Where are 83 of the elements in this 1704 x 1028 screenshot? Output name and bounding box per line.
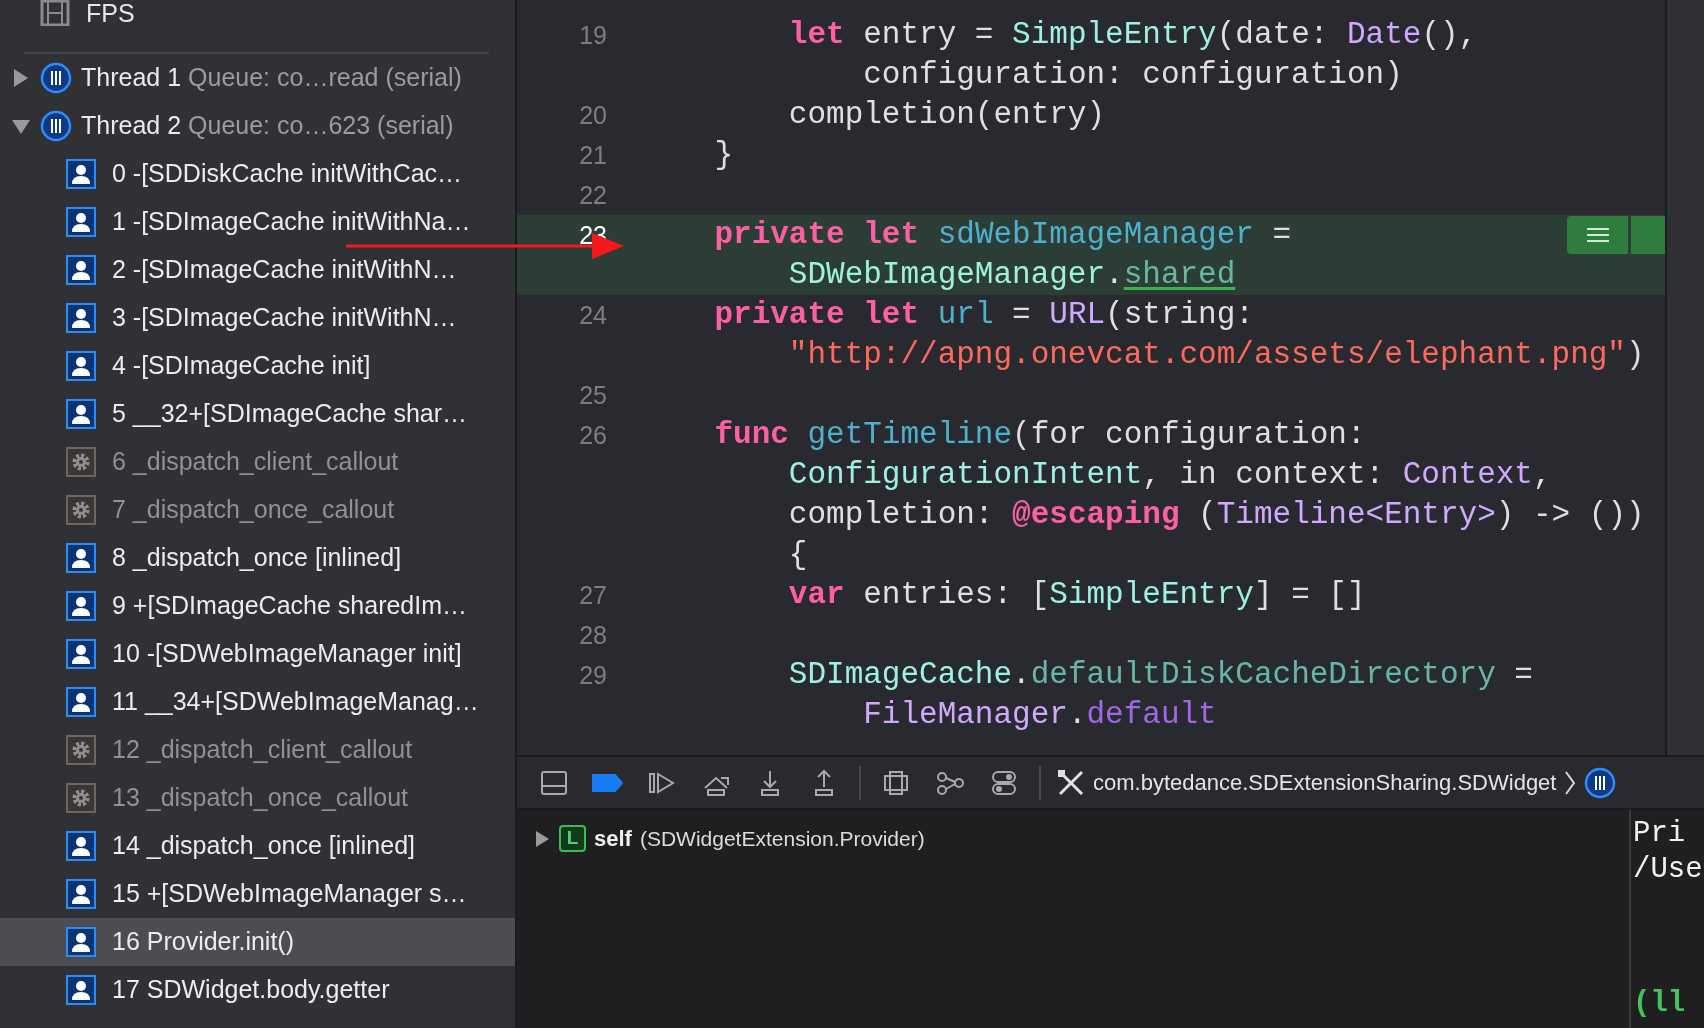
stack-frame[interactable]: 0 -[SDDiskCache initWithCac… xyxy=(0,150,515,198)
code-line: SDWebImageManager.shared xyxy=(788,256,1236,294)
code-line: completion: @escaping (Timeline<Entry>) -> ()) xyxy=(788,496,1645,534)
stack-frame[interactable]: 16 Provider.init() xyxy=(0,918,515,966)
variable-type: (SDWidgetExtension.Provider) xyxy=(639,825,925,852)
code-line: } xyxy=(714,136,734,174)
queue-label: Queue: co…read (serial) xyxy=(188,62,462,94)
gear-icon xyxy=(66,735,96,765)
stack-frame[interactable]: 5 __32+[SDImageCache shar… xyxy=(0,390,515,438)
disclosure-triangle[interactable] xyxy=(533,829,551,848)
queue-label: Queue: co…623 (serial) xyxy=(188,110,454,142)
line-number: 27 xyxy=(578,580,607,611)
tools-icon xyxy=(1057,768,1085,797)
stack-frame[interactable]: 17 SDWidget.body.getter xyxy=(0,966,515,1014)
stack-frame[interactable]: 10 -[SDWebImageManager init] xyxy=(0,630,515,678)
person-icon xyxy=(66,591,96,621)
person-icon xyxy=(66,639,96,669)
person-icon xyxy=(66,207,96,237)
line-number: 26 xyxy=(578,420,607,451)
gear-icon xyxy=(66,495,96,525)
stack-frame[interactable]: 12 _dispatch_client_callout xyxy=(0,726,515,774)
thread-icon xyxy=(1584,766,1617,799)
menu-icon xyxy=(1586,228,1609,242)
variable-name: self xyxy=(594,825,632,853)
chevron-icon xyxy=(1564,769,1577,796)
console-text: Pri xyxy=(1633,816,1687,852)
stack-frame[interactable]: 7 _dispatch_once_callout xyxy=(0,486,515,534)
gear-icon xyxy=(66,783,96,813)
line-number: 29 xyxy=(578,660,607,691)
code-line: FileManager.default xyxy=(863,696,1217,734)
line-number: 24 xyxy=(578,300,607,331)
code-line: let entry = SimpleEntry(date: Date(), xyxy=(788,16,1478,54)
line-number: 22 xyxy=(578,180,607,211)
thread-icon xyxy=(40,110,72,142)
person-icon xyxy=(66,543,96,573)
scope-badge: L xyxy=(559,825,586,852)
line-number: 20 xyxy=(578,100,607,131)
thread-name: Thread 2 xyxy=(81,110,182,142)
line-menu-button[interactable] xyxy=(1567,216,1628,254)
line-number: 25 xyxy=(578,380,607,411)
stack-frame[interactable]: 15 +[SDWebImageManager s… xyxy=(0,870,515,918)
stack-frame[interactable]: 3 -[SDImageCache initWithN… xyxy=(0,294,515,342)
line-number: 21 xyxy=(578,140,607,171)
instruction-pointer xyxy=(1631,216,1665,254)
person-icon xyxy=(66,879,96,909)
code-line: func getTimeline(for configuration: xyxy=(714,416,1366,454)
gear-icon xyxy=(66,447,96,477)
person-icon xyxy=(66,255,96,285)
person-icon xyxy=(66,975,96,1005)
person-icon xyxy=(66,399,96,429)
code-line: "http://apng.onevcat.com/assets/elephant.png") xyxy=(788,336,1645,374)
console-text: /Use xyxy=(1633,852,1704,888)
code-line: SDImageCache.defaultDiskCacheDirectory = xyxy=(788,656,1533,694)
console-prompt: (ll xyxy=(1633,986,1687,1022)
stack-frame[interactable]: 6 _dispatch_client_callout xyxy=(0,438,515,486)
process-path[interactable]: com.bytedance.SDExtensionSharing.SDWidget xyxy=(1093,766,1557,799)
stack-frame[interactable]: 14 _dispatch_once [inlined] xyxy=(0,822,515,870)
code-line: { xyxy=(788,536,808,574)
stack-frame[interactable]: 8 _dispatch_once [inlined] xyxy=(0,534,515,582)
code-line: ConfigurationIntent, in context: Context, xyxy=(788,456,1552,494)
code-line: completion(entry) xyxy=(788,96,1106,134)
person-icon xyxy=(66,159,96,189)
code-line: configuration: configuration) xyxy=(863,56,1403,94)
stack-frame[interactable]: 11 __34+[SDWebImageManag… xyxy=(0,678,515,726)
person-icon xyxy=(66,687,96,717)
code-line: private let sdWebImageManager = xyxy=(714,216,1292,254)
thread-icon xyxy=(40,62,72,94)
stack-frame[interactable]: 2 -[SDImageCache initWithN… xyxy=(0,246,515,294)
code-line: private let url = URL(string: xyxy=(714,296,1254,334)
code-line: var entries: [SimpleEntry] = [] xyxy=(788,576,1366,614)
line-number: 28 xyxy=(578,620,607,651)
stack-frame[interactable]: 9 +[SDImageCache sharedIm… xyxy=(0,582,515,630)
person-icon xyxy=(66,351,96,381)
stack-frame[interactable]: 1 -[SDImageCache initWithNa… xyxy=(0,198,515,246)
film-icon xyxy=(40,0,70,26)
target-name: FPS xyxy=(86,0,135,26)
stack-frame[interactable]: 4 -[SDImageCache init] xyxy=(0,342,515,390)
thread-name: Thread 1 xyxy=(81,62,182,94)
person-icon xyxy=(66,303,96,333)
person-icon xyxy=(66,927,96,957)
stack-frame[interactable]: 13 _dispatch_once_callout xyxy=(0,774,515,822)
line-number: 19 xyxy=(578,20,607,51)
person-icon xyxy=(66,831,96,861)
